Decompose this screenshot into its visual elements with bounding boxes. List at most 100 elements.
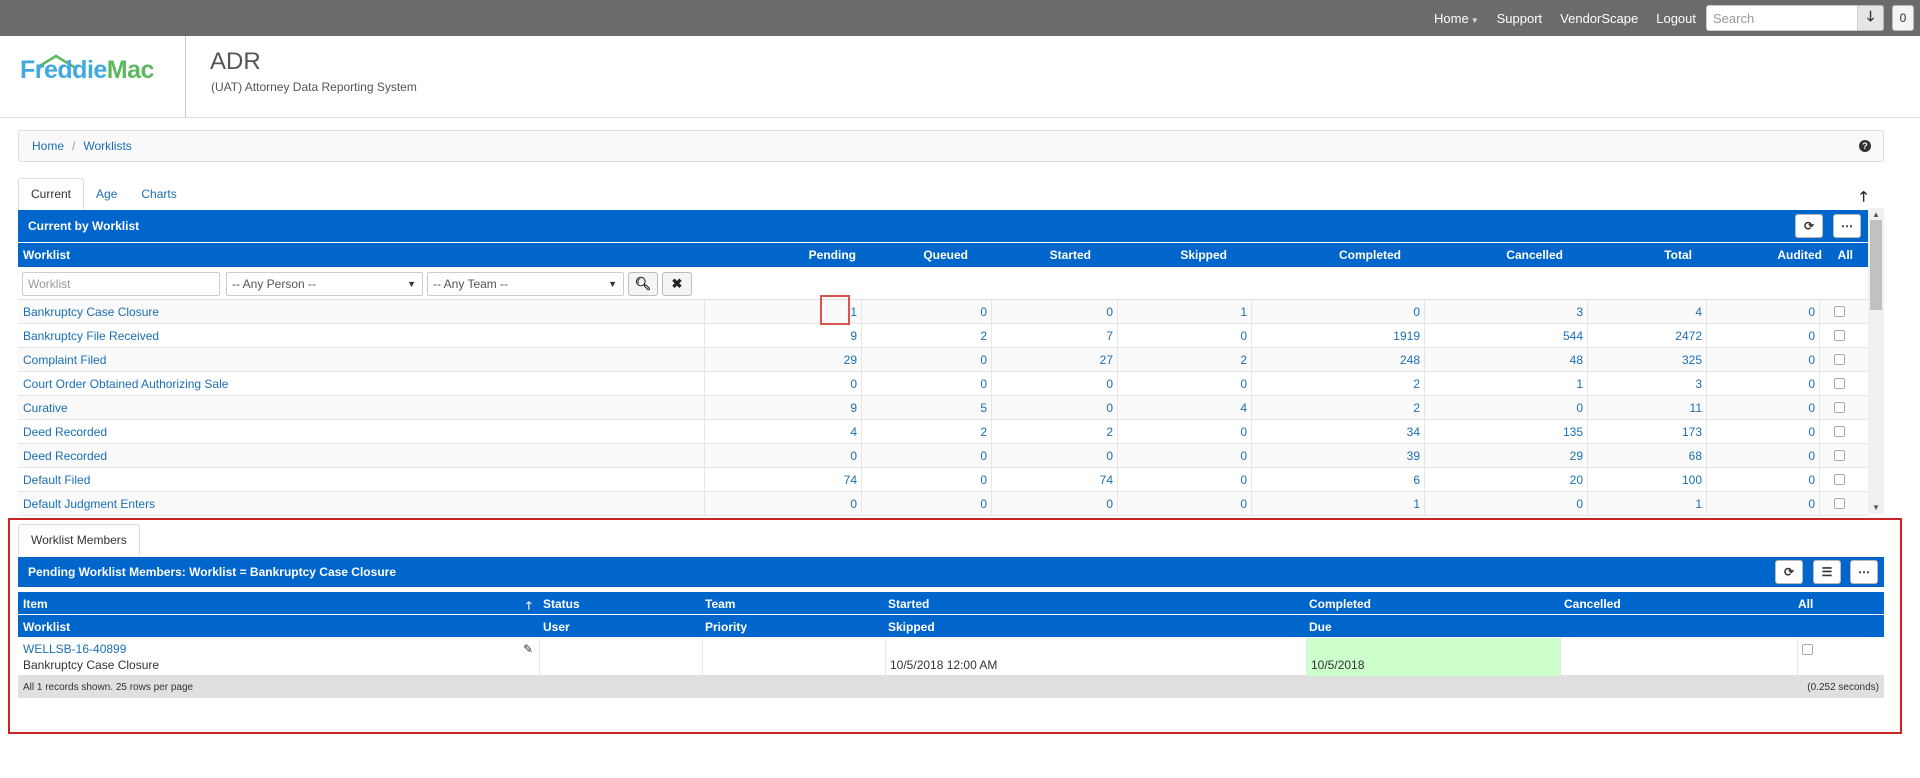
worklist-completed-count[interactable]: 2 <box>1251 372 1424 396</box>
worklist-cancelled-count[interactable]: 0 <box>1424 396 1587 420</box>
worklist-row[interactable]: Default Judgment Enters 0 0 0 0 1 0 1 0 <box>18 492 1868 516</box>
worklist-select-checkbox[interactable] <box>1834 306 1845 317</box>
worklist-started-count[interactable]: 0 <box>991 300 1117 324</box>
worklist-pending-count[interactable]: 29 <box>704 348 861 372</box>
help-icon[interactable]: ? <box>1859 140 1871 152</box>
worklist-cancelled-count[interactable]: 3 <box>1424 300 1587 324</box>
col-total[interactable]: Total <box>1664 248 1692 262</box>
worklist-row[interactable]: Complaint Filed 29 0 27 2 248 48 325 0 <box>18 348 1868 372</box>
worklist-pending-count[interactable]: 9 <box>704 324 861 348</box>
col-queued[interactable]: Queued <box>923 248 968 262</box>
filter-clear-button[interactable]: ✖ <box>662 272 692 296</box>
worklist-skipped-count[interactable]: 2 <box>1117 348 1251 372</box>
scroll-up-icon[interactable]: ▲ <box>1872 210 1880 219</box>
worklist-audited-count[interactable]: 0 <box>1706 420 1819 444</box>
worklist-pending-count[interactable]: 0 <box>704 372 861 396</box>
worklist-total-count[interactable]: 3 <box>1587 372 1706 396</box>
worklist-scrollbar[interactable]: ▲ ▼ <box>1868 208 1884 514</box>
worklist-completed-count[interactable]: 1919 <box>1251 324 1424 348</box>
worklist-completed-count[interactable]: 34 <box>1251 420 1424 444</box>
worklist-audited-count[interactable]: 0 <box>1706 300 1819 324</box>
tab-current[interactable]: Current <box>18 178 85 210</box>
worklist-total-count[interactable]: 68 <box>1587 444 1706 468</box>
worklist-skipped-count[interactable]: 4 <box>1117 396 1251 420</box>
worklist-skipped-count[interactable]: 0 <box>1117 420 1251 444</box>
worklist-row[interactable]: Bankruptcy File Received 9 2 7 0 1919 544 2472 0 <box>18 324 1868 348</box>
breadcrumb-home[interactable]: Home <box>32 139 64 153</box>
worklist-row[interactable]: Default Filed 74 0 74 0 6 20 100 0 <box>18 468 1868 492</box>
nav-home-link[interactable]: Home ▼ <box>1434 11 1479 26</box>
worklist-completed-count[interactable]: 6 <box>1251 468 1424 492</box>
worklist-queued-count[interactable]: 0 <box>861 372 991 396</box>
worklist-cancelled-count[interactable]: 1 <box>1424 372 1587 396</box>
worklist-row[interactable]: Court Order Obtained Authorizing Sale 0 0 0… <box>18 372 1868 396</box>
worklist-total-count[interactable]: 11 <box>1587 396 1706 420</box>
worklist-audited-count[interactable]: 0 <box>1706 348 1819 372</box>
worklist-name-link[interactable]: Default Filed <box>18 468 704 492</box>
worklist-skipped-count[interactable]: 0 <box>1117 372 1251 396</box>
scroll-down-icon[interactable]: ▼ <box>1872 503 1880 512</box>
worklist-started-count[interactable]: 7 <box>991 324 1117 348</box>
worklist-cancelled-count[interactable]: 544 <box>1424 324 1587 348</box>
worklist-started-count[interactable]: 0 <box>991 492 1117 516</box>
worklist-row[interactable]: Deed Recorded 4 2 2 0 34 135 173 0 <box>18 420 1868 444</box>
worklist-skipped-count[interactable]: 0 <box>1117 444 1251 468</box>
worklist-audited-count[interactable]: 0 <box>1706 468 1819 492</box>
worklist-select-checkbox[interactable] <box>1834 330 1845 341</box>
worklist-row[interactable]: Deed Recorded 0 0 0 0 39 29 68 0 <box>18 444 1868 468</box>
col-started[interactable]: Started <box>1050 248 1091 262</box>
worklist-completed-count[interactable]: 248 <box>1251 348 1424 372</box>
col-all[interactable]: All <box>1838 248 1853 262</box>
worklist-total-count[interactable]: 2472 <box>1587 324 1706 348</box>
worklist-skipped-count[interactable]: 0 <box>1117 324 1251 348</box>
worklist-select-checkbox[interactable] <box>1834 402 1845 413</box>
worklist-started-count[interactable]: 27 <box>991 348 1117 372</box>
col-audited[interactable]: Audited <box>1777 248 1822 262</box>
worklist-name-link[interactable]: Bankruptcy Case Closure <box>18 300 704 324</box>
worklist-pending-count[interactable]: 74 <box>704 468 861 492</box>
worklist-cancelled-count[interactable]: 135 <box>1424 420 1587 444</box>
worklist-audited-count[interactable]: 0 <box>1706 372 1819 396</box>
worklist-queued-count[interactable]: 2 <box>861 324 991 348</box>
worklist-started-count[interactable]: 74 <box>991 468 1117 492</box>
col-skipped[interactable]: Skipped <box>1180 248 1227 262</box>
worklist-row[interactable]: Curative 9 5 0 4 2 0 11 0 <box>18 396 1868 420</box>
notification-count-badge[interactable]: 0 <box>1892 5 1914 31</box>
worklist-queued-count[interactable]: 0 <box>861 468 991 492</box>
worklist-pending-count[interactable]: 0 <box>704 492 861 516</box>
worklist-total-count[interactable]: 1 <box>1587 492 1706 516</box>
search-input[interactable] <box>1706 5 1858 31</box>
worklist-filter-input[interactable] <box>22 272 220 296</box>
worklist-queued-count[interactable]: 0 <box>861 492 991 516</box>
worklist-cancelled-count[interactable]: 48 <box>1424 348 1587 372</box>
worklist-queued-count[interactable]: 0 <box>861 444 991 468</box>
col-completed[interactable]: Completed <box>1339 248 1401 262</box>
worklist-cancelled-count[interactable]: 29 <box>1424 444 1587 468</box>
worklist-queued-count[interactable]: 2 <box>861 420 991 444</box>
worklist-pending-count[interactable]: 0 <box>704 444 861 468</box>
worklist-queued-count[interactable]: 5 <box>861 396 991 420</box>
worklist-select-checkbox[interactable] <box>1834 450 1845 461</box>
worklist-name-link[interactable]: Default Judgment Enters <box>18 492 704 516</box>
more-options-button[interactable]: ⋯ <box>1833 214 1861 238</box>
worklist-cancelled-count[interactable]: 20 <box>1424 468 1587 492</box>
nav-logout-link[interactable]: Logout <box>1656 11 1696 26</box>
worklist-pending-count[interactable]: 4 <box>704 420 861 444</box>
worklist-queued-count[interactable]: 0 <box>861 300 991 324</box>
worklist-total-count[interactable]: 325 <box>1587 348 1706 372</box>
worklist-started-count[interactable]: 0 <box>991 372 1117 396</box>
worklist-pending-count[interactable]: 9 <box>704 396 861 420</box>
breadcrumb-worklists[interactable]: Worklists <box>83 139 131 153</box>
nav-support-link[interactable]: Support <box>1497 11 1543 26</box>
worklist-row[interactable]: Bankruptcy Case Closure 1 0 0 1 0 3 4 0 <box>18 300 1868 324</box>
worklist-select-checkbox[interactable] <box>1834 498 1845 509</box>
col-cancelled[interactable]: Cancelled <box>1506 248 1563 262</box>
worklist-select-checkbox[interactable] <box>1834 426 1845 437</box>
worklist-started-count[interactable]: 0 <box>991 444 1117 468</box>
team-select[interactable]: -- Any Team -- ▼ <box>427 272 624 296</box>
col-worklist[interactable]: Worklist <box>23 248 70 262</box>
worklist-audited-count[interactable]: 0 <box>1706 324 1819 348</box>
refresh-button[interactable]: ⟳ <box>1795 214 1823 238</box>
worklist-completed-count[interactable]: 39 <box>1251 444 1424 468</box>
filter-search-button[interactable]: 🔍︎ <box>628 272 658 296</box>
